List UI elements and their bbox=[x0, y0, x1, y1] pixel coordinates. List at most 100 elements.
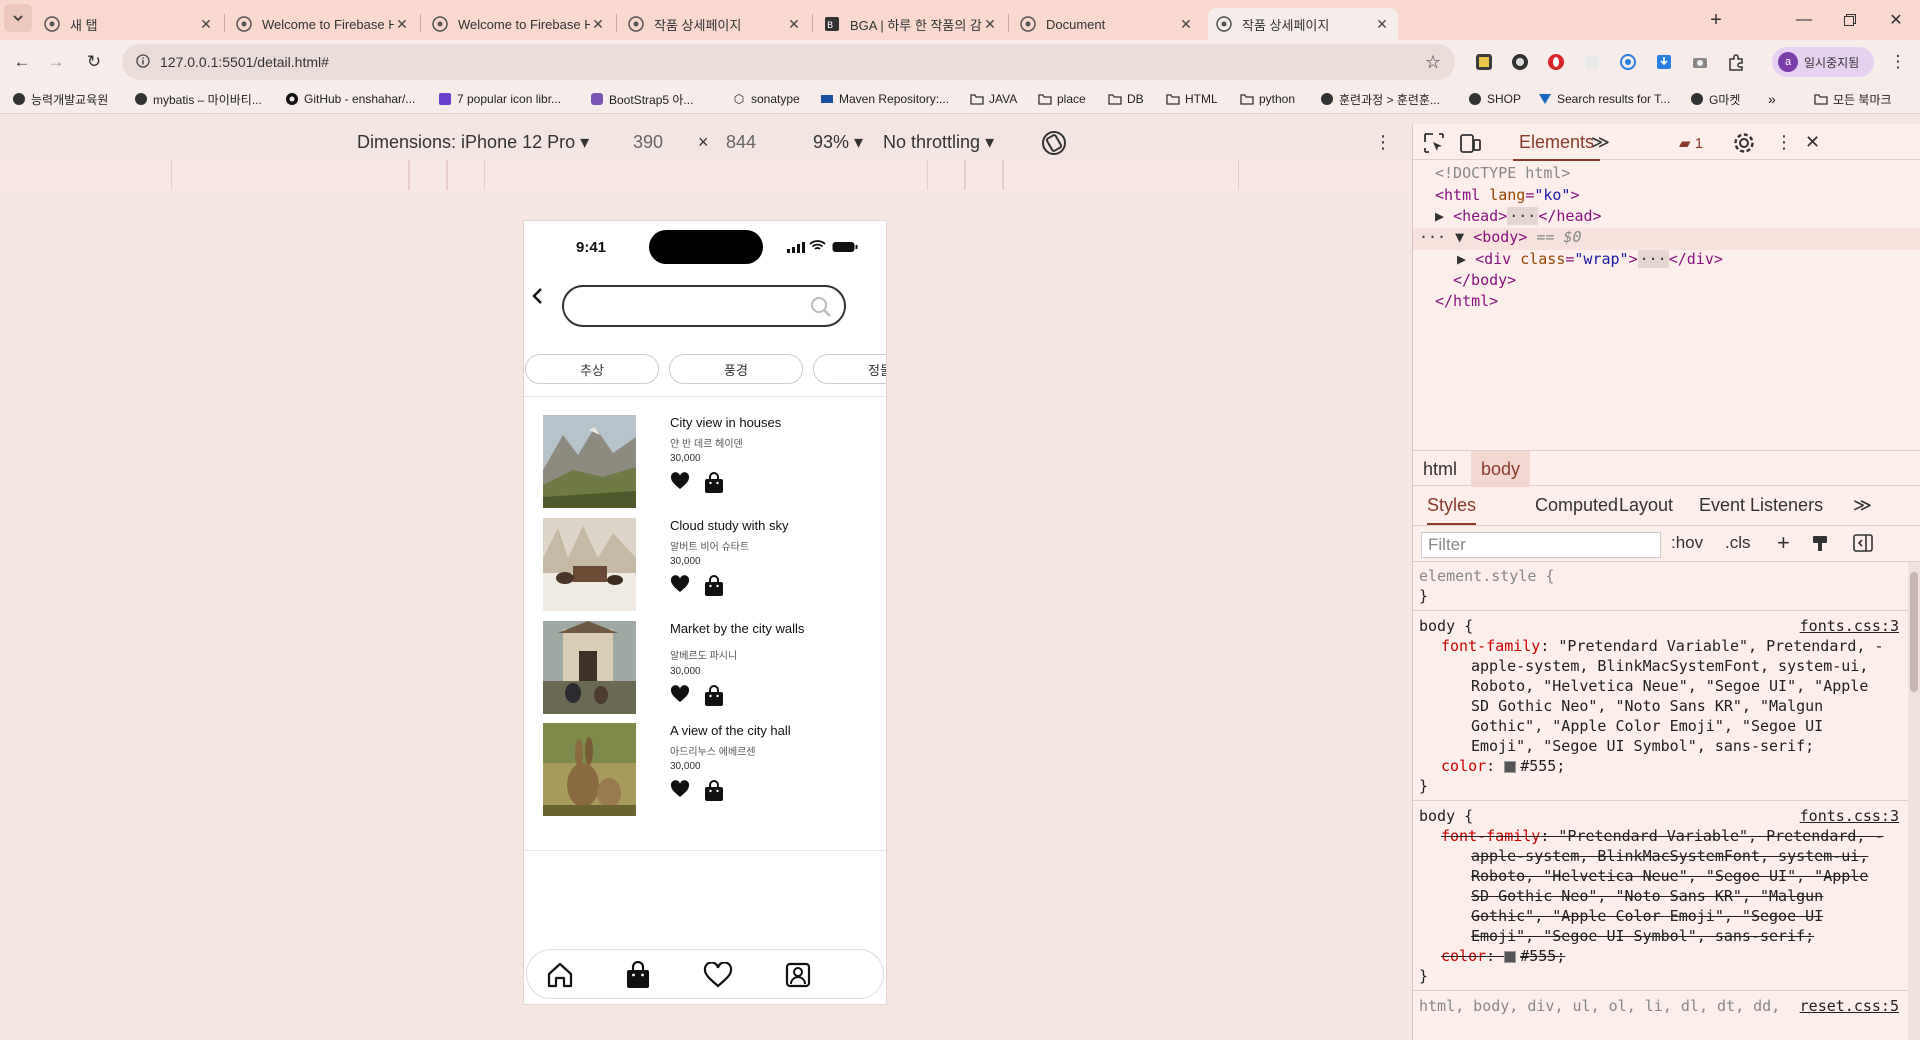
rotate-icon[interactable] bbox=[1040, 129, 1068, 162]
tab-computed[interactable]: Computed bbox=[1535, 495, 1618, 516]
height-input[interactable]: 844 bbox=[726, 132, 756, 153]
address-bar[interactable]: 127.0.0.1:5501/detail.html# ☆ bbox=[122, 44, 1455, 80]
tab-4[interactable]: B BGA | 하루 한 작품의 감상부터 ✕ bbox=[816, 8, 1006, 40]
extension-6-icon[interactable] bbox=[1648, 46, 1680, 78]
minimize-button[interactable]: — bbox=[1788, 4, 1820, 36]
list-item[interactable]: Cloud study with sky 알버트 비어 슈타트 30,000 bbox=[543, 518, 873, 612]
bookmark-folder[interactable]: HTML bbox=[1166, 89, 1218, 109]
hov-button[interactable]: :hov bbox=[1671, 533, 1703, 553]
bookmark-item[interactable]: Search results for T... bbox=[1538, 89, 1670, 109]
bookmark-folder[interactable]: JAVA bbox=[970, 89, 1017, 109]
profile-icon[interactable] bbox=[783, 960, 813, 990]
media-query-segment[interactable] bbox=[965, 160, 1003, 190]
list-item[interactable]: City view in houses 얀 반 데르 헤이덴 30,000 bbox=[543, 415, 873, 509]
search-icon[interactable] bbox=[810, 296, 832, 321]
color-swatch[interactable] bbox=[1504, 950, 1517, 963]
dom-node[interactable]: </html> bbox=[1435, 292, 1498, 310]
bookmark-star-icon[interactable]: ☆ bbox=[1425, 52, 1441, 73]
scrollbar-thumb[interactable] bbox=[1910, 572, 1918, 692]
dom-node[interactable]: </body> bbox=[1453, 271, 1516, 289]
list-item[interactable]: A view of the city hall 아드리누스 에베르센 30,00… bbox=[543, 723, 873, 817]
tab-3[interactable]: 작품 상세페이지 ✕ bbox=[620, 8, 810, 40]
styles-scrollbar[interactable] bbox=[1908, 562, 1920, 1040]
cls-button[interactable]: .cls bbox=[1725, 533, 1751, 553]
shopping-bag-icon[interactable] bbox=[623, 960, 653, 990]
rule-selector[interactable]: element.style { bbox=[1419, 566, 1554, 586]
extension-7-icon[interactable] bbox=[1684, 46, 1716, 78]
device-select[interactable]: Dimensions: iPhone 12 Pro ▾ bbox=[357, 132, 589, 153]
forward-button[interactable]: → bbox=[40, 46, 72, 78]
site-info-icon[interactable] bbox=[136, 53, 150, 71]
rule-source-link[interactable]: fonts.css:3 bbox=[1800, 616, 1899, 636]
zoom-select[interactable]: 93% ▾ bbox=[813, 132, 863, 153]
bookmark-item[interactable]: Maven Repository:... bbox=[820, 89, 949, 109]
tab-elements[interactable]: Elements bbox=[1513, 132, 1601, 161]
media-query-segment[interactable] bbox=[447, 160, 485, 190]
profile-button[interactable]: a 일시중지됨 bbox=[1772, 47, 1874, 77]
rule-selector[interactable]: body { bbox=[1419, 806, 1473, 826]
width-input[interactable]: 390 bbox=[633, 132, 663, 153]
url-text[interactable]: 127.0.0.1:5501/detail.html# bbox=[160, 54, 329, 70]
heart-outline-icon[interactable] bbox=[703, 960, 733, 990]
rule-selector[interactable]: html, body, div, ul, ol, li, dl, dt, dd, bbox=[1419, 996, 1780, 1016]
settings-gear-icon[interactable] bbox=[1733, 132, 1755, 159]
tab-1[interactable]: Welcome to Firebase Hosting ✕ bbox=[228, 8, 418, 40]
breadcrumb-body[interactable]: body bbox=[1471, 451, 1531, 487]
bookmarks-overflow-button[interactable]: » bbox=[1768, 89, 1776, 109]
list-item[interactable]: Market by the city walls 알베르도 파시니 30,000 bbox=[543, 621, 873, 715]
close-icon[interactable]: ✕ bbox=[198, 16, 214, 33]
back-button[interactable]: ← bbox=[6, 46, 38, 78]
dom-node[interactable]: <!DOCTYPE html> bbox=[1435, 164, 1570, 182]
artwork-thumbnail[interactable] bbox=[543, 518, 636, 611]
tab-2[interactable]: Welcome to Firebase Hosting ✕ bbox=[424, 8, 614, 40]
close-icon[interactable]: ✕ bbox=[1374, 16, 1390, 33]
extension-3-icon[interactable] bbox=[1540, 46, 1572, 78]
bookmark-folder[interactable]: place bbox=[1038, 89, 1086, 109]
throttling-select[interactable]: No throttling ▾ bbox=[883, 132, 994, 153]
artwork-thumbnail[interactable] bbox=[543, 415, 636, 508]
devtools-more-icon[interactable]: ⋮ bbox=[1775, 132, 1793, 153]
extension-2-icon[interactable] bbox=[1504, 46, 1536, 78]
bookmark-item[interactable]: BootStrap5 아... bbox=[590, 89, 693, 109]
category-chip-abstract[interactable]: 추상 bbox=[525, 354, 659, 384]
category-chip-still-life[interactable]: 정물 bbox=[813, 354, 886, 384]
css-declaration[interactable]: color: #555; bbox=[1441, 756, 1565, 776]
css-declaration[interactable]: font-family: "Pretendard Variable", Pret… bbox=[1441, 636, 1884, 656]
device-toggle-icon[interactable] bbox=[1459, 132, 1481, 159]
bookmark-item[interactable]: G마켓 bbox=[1690, 89, 1740, 109]
heart-icon[interactable] bbox=[670, 685, 690, 710]
new-tab-button[interactable]: + bbox=[1700, 4, 1732, 36]
home-icon[interactable] bbox=[545, 960, 575, 990]
close-icon[interactable]: ✕ bbox=[590, 16, 606, 33]
filter-input[interactable]: Filter bbox=[1421, 532, 1661, 558]
bookmark-item[interactable]: 7 popular icon libr... bbox=[438, 89, 561, 109]
bookmark-item[interactable]: ⬡ sonatype bbox=[732, 89, 800, 109]
tab-6-active[interactable]: 작품 상세페이지 ✕ bbox=[1208, 8, 1398, 40]
all-bookmarks-folder[interactable]: 모든 북마크 bbox=[1814, 89, 1892, 109]
breadcrumb-html[interactable]: html bbox=[1413, 451, 1467, 487]
restore-button[interactable] bbox=[1834, 4, 1866, 36]
paint-brush-icon[interactable] bbox=[1811, 534, 1829, 555]
close-icon[interactable]: ✕ bbox=[1178, 16, 1194, 33]
close-icon[interactable]: ✕ bbox=[786, 16, 802, 33]
inspect-icon[interactable] bbox=[1423, 132, 1445, 159]
bookmark-item[interactable]: GitHub - enshahar/... bbox=[285, 89, 415, 109]
sidebar-toggle-icon[interactable] bbox=[1853, 534, 1873, 555]
rule-selector[interactable]: body { bbox=[1419, 616, 1473, 636]
extensions-puzzle-icon[interactable] bbox=[1720, 46, 1752, 78]
shopping-bag-icon[interactable] bbox=[704, 575, 724, 600]
more-tabs-icon[interactable]: ≫ bbox=[1853, 495, 1872, 516]
bookmark-item[interactable]: SHOP bbox=[1468, 89, 1521, 109]
reload-button[interactable]: ↻ bbox=[78, 46, 110, 78]
tab-0[interactable]: 새 탭 ✕ bbox=[36, 8, 222, 40]
dom-node[interactable]: <html lang="ko"> bbox=[1435, 186, 1580, 204]
media-query-segment[interactable] bbox=[409, 160, 447, 190]
shopping-bag-icon[interactable] bbox=[704, 472, 724, 497]
bookmark-item[interactable]: 훈련과정 > 훈련훈... bbox=[1320, 89, 1440, 109]
heart-icon[interactable] bbox=[670, 575, 690, 600]
bookmark-folder[interactable]: DB bbox=[1108, 89, 1144, 109]
add-rule-icon[interactable]: + bbox=[1777, 530, 1790, 556]
close-window-button[interactable]: ✕ bbox=[1880, 4, 1912, 36]
bookmark-item[interactable]: mybatis – 마이바티... bbox=[134, 89, 262, 109]
extension-5-icon[interactable] bbox=[1612, 46, 1644, 78]
